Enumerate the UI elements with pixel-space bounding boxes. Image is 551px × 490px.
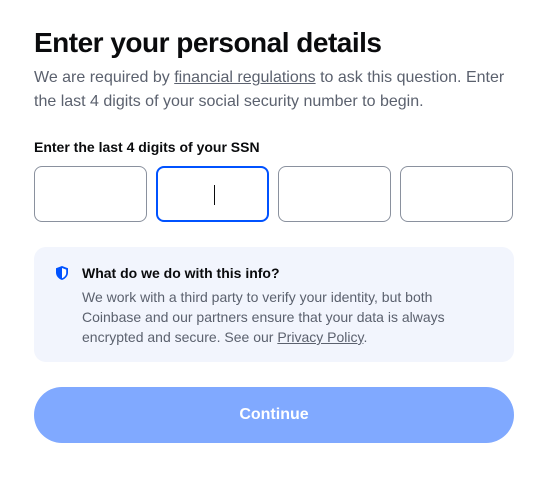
info-card: What do we do with this info? We work wi…	[34, 247, 514, 362]
info-title: What do we do with this info?	[82, 265, 280, 281]
info-body-suffix: .	[363, 329, 368, 345]
ssn-digit-2-input[interactable]	[156, 166, 269, 222]
ssn-digit-inputs	[34, 166, 514, 222]
page-subtitle: We are required by financial regulations…	[34, 66, 524, 114]
ssn-digit-4-input[interactable]	[400, 166, 513, 222]
info-body-text: We work with a third party to verify you…	[82, 289, 445, 345]
subtitle-prefix: We are required by	[34, 69, 175, 86]
financial-regulations-link[interactable]: financial regulations	[174, 69, 315, 86]
page-title: Enter your personal details	[34, 27, 382, 58]
ssn-digit-1-input[interactable]	[34, 166, 147, 222]
ssn-field-label: Enter the last 4 digits of your SSN	[34, 139, 260, 155]
ssn-digit-3-input[interactable]	[278, 166, 391, 222]
info-body: We work with a third party to verify you…	[82, 287, 492, 347]
continue-button[interactable]: Continue	[34, 387, 514, 443]
shield-icon	[54, 265, 70, 281]
personal-details-page: Enter your personal details We are requi…	[0, 0, 551, 490]
privacy-policy-link[interactable]: Privacy Policy	[277, 329, 363, 345]
text-caret	[214, 185, 215, 205]
